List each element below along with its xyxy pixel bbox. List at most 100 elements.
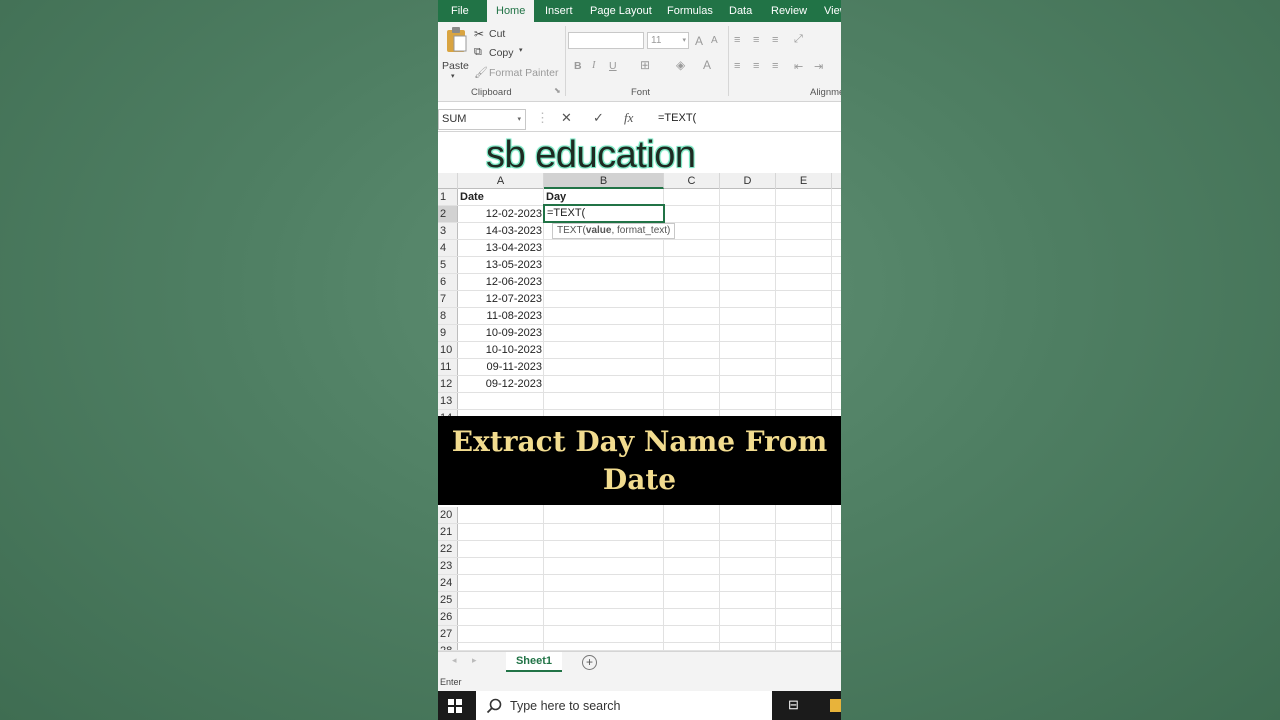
row-header[interactable]: 3 xyxy=(438,223,458,239)
table-row: 11 09-11-2023 xyxy=(438,359,841,376)
date-cell[interactable]: 10-09-2023 xyxy=(458,325,542,341)
row-header[interactable]: 24 xyxy=(438,575,458,591)
borders-icon[interactable]: ⊞ xyxy=(640,58,650,72)
tab-insert[interactable]: Insert xyxy=(545,0,573,22)
row-header[interactable]: 13 xyxy=(438,393,458,409)
align-middle-icon[interactable]: ≡ xyxy=(753,34,759,46)
clipboard-launcher-icon[interactable]: ⬊ xyxy=(554,86,561,95)
font-color-button[interactable]: A xyxy=(703,58,711,72)
cell-b1[interactable]: Day xyxy=(544,189,664,205)
tab-file[interactable]: File xyxy=(451,0,469,22)
next-sheet-icon[interactable]: ▸ xyxy=(472,655,477,666)
font-name-select[interactable] xyxy=(568,32,644,49)
date-cell[interactable]: 11-08-2023 xyxy=(458,308,542,324)
tab-view[interactable]: View xyxy=(824,0,841,22)
bold-button[interactable]: B xyxy=(574,60,582,72)
row-header[interactable]: 9 xyxy=(438,325,458,341)
active-cell-b2[interactable]: =TEXT( xyxy=(543,204,665,223)
date-cell[interactable]: 12-06-2023 xyxy=(458,274,542,290)
banner-line-1: Extract Day Name From xyxy=(451,425,828,458)
date-cell[interactable]: 12-02-2023 xyxy=(458,206,542,222)
date-cell[interactable]: 09-11-2023 xyxy=(458,359,542,375)
insert-function-icon[interactable]: fx xyxy=(624,110,633,126)
cancel-entry-icon[interactable]: ✕ xyxy=(561,110,572,126)
date-cell[interactable]: 10-10-2023 xyxy=(458,342,542,358)
row-header[interactable]: 26 xyxy=(438,609,458,625)
prev-sheet-icon[interactable]: ◂ xyxy=(452,655,457,666)
sheet-tab[interactable]: Sheet1 xyxy=(506,652,562,672)
table-row: 4 13-04-2023 xyxy=(438,240,841,257)
row-header[interactable]: 5 xyxy=(438,257,458,273)
row-header[interactable]: 21 xyxy=(438,524,458,540)
row-header[interactable]: 25 xyxy=(438,592,458,608)
row-header[interactable]: 11 xyxy=(438,359,458,375)
select-all-corner[interactable] xyxy=(438,173,458,189)
align-left-icon[interactable]: ≡ xyxy=(734,60,740,72)
tab-formulas[interactable]: Formulas xyxy=(667,0,713,22)
align-bottom-icon[interactable]: ≡ xyxy=(772,34,778,46)
table-row: 20 xyxy=(438,507,841,524)
table-row: 6 12-06-2023 xyxy=(438,274,841,291)
fill-color-icon[interactable]: ◈ xyxy=(676,58,685,72)
row-header[interactable]: 2 xyxy=(438,206,458,222)
file-explorer-icon[interactable] xyxy=(830,699,841,712)
date-cell[interactable]: 13-05-2023 xyxy=(458,257,542,273)
cut-button[interactable]: ✂ Cut xyxy=(474,27,534,43)
grow-font-icon[interactable]: A xyxy=(695,34,703,48)
column-header[interactable]: D xyxy=(720,173,776,189)
column-header[interactable]: C xyxy=(664,173,720,189)
windows-start-icon[interactable] xyxy=(448,699,462,713)
function-tooltip[interactable]: TEXT(value, format_text) xyxy=(552,223,676,239)
name-box[interactable]: SUM ▾ xyxy=(438,109,526,130)
add-sheet-icon[interactable]: + xyxy=(582,655,597,670)
column-header[interactable]: E xyxy=(776,173,832,189)
date-cell[interactable]: 09-12-2023 xyxy=(458,376,542,392)
row-header[interactable]: 23 xyxy=(438,558,458,574)
task-view-icon[interactable]: ⊟ xyxy=(788,697,804,713)
font-size-select[interactable]: 11 ▾ xyxy=(647,32,689,49)
shrink-font-icon[interactable]: A xyxy=(711,35,718,46)
banner-line-2: Date xyxy=(602,463,677,496)
formula-input[interactable]: =TEXT( xyxy=(658,112,696,124)
formula-bar: SUM ▾ ⋮ ✕ ✓ fx =TEXT( xyxy=(438,107,841,132)
tab-data[interactable]: Data xyxy=(729,0,752,22)
date-cell[interactable]: 13-04-2023 xyxy=(458,240,542,256)
align-center-icon[interactable]: ≡ xyxy=(753,60,759,72)
tab-home[interactable]: Home xyxy=(487,0,535,22)
row-header[interactable]: 28 xyxy=(438,643,458,650)
column-header[interactable]: B xyxy=(544,173,664,189)
table-row: 9 10-09-2023 xyxy=(438,325,841,342)
align-top-icon[interactable]: ≡ xyxy=(734,34,740,46)
underline-button[interactable]: U xyxy=(609,60,617,72)
row-header[interactable]: 20 xyxy=(438,507,458,523)
paste-button[interactable]: Paste ▾ xyxy=(441,26,471,80)
row-header[interactable]: 27 xyxy=(438,626,458,642)
confirm-entry-icon[interactable]: ✓ xyxy=(593,110,604,126)
row-header[interactable]: 7 xyxy=(438,291,458,307)
brush-icon: 🖌 xyxy=(474,67,488,79)
row-header[interactable]: 10 xyxy=(438,342,458,358)
date-cell[interactable]: 14-03-2023 xyxy=(458,223,542,239)
italic-button[interactable]: I xyxy=(592,60,596,71)
column-header[interactable]: A xyxy=(458,173,544,189)
decrease-indent-icon[interactable]: ⇤ xyxy=(794,60,803,73)
date-cell[interactable]: 12-07-2023 xyxy=(458,291,542,307)
increase-indent-icon[interactable]: ⇥ xyxy=(814,60,823,73)
font-size-dropdown-icon: ▾ xyxy=(682,37,686,44)
ribbon-tabs: File Home Insert Page Layout Formulas Da… xyxy=(438,0,841,22)
row-header[interactable]: 12 xyxy=(438,376,458,392)
align-right-icon[interactable]: ≡ xyxy=(772,60,778,72)
tab-review[interactable]: Review xyxy=(771,0,807,22)
taskbar-search-box[interactable]: Type here to search xyxy=(476,691,772,720)
tab-page-layout[interactable]: Page Layout xyxy=(590,0,652,22)
row-header[interactable]: 4 xyxy=(438,240,458,256)
copy-button[interactable]: ⧉ Copy ▾ xyxy=(474,46,534,62)
orientation-icon[interactable]: ⤢ xyxy=(794,33,803,46)
row-header[interactable]: 1 xyxy=(438,189,458,205)
row-header[interactable]: 22 xyxy=(438,541,458,557)
row-header[interactable]: 8 xyxy=(438,308,458,324)
more-options-icon: ⋮ xyxy=(536,110,549,125)
cell-a1[interactable]: Date xyxy=(458,189,542,205)
format-painter-button[interactable]: 🖌 Format Painter xyxy=(474,66,564,82)
row-header[interactable]: 6 xyxy=(438,274,458,290)
